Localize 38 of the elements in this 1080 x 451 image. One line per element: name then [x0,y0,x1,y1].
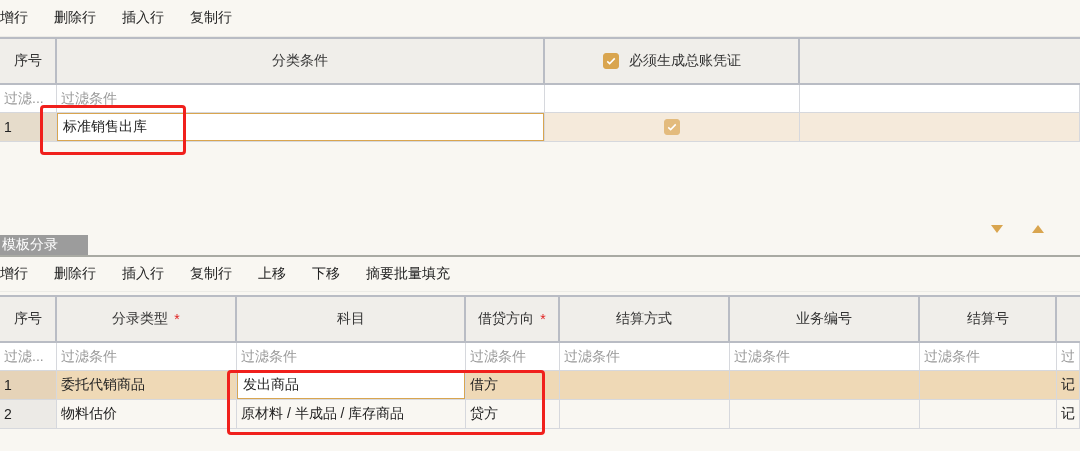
toolbar-button[interactable]: 复制行 [190,9,238,27]
column-header[interactable]: 分类条件 [57,39,545,85]
column-header[interactable]: 借贷方向 * [466,297,560,343]
table-cell: 1 [0,113,57,142]
column-header[interactable]: 科目 [237,297,466,343]
header-label: 分录类型 [112,310,169,328]
toolbar-button[interactable]: 插入行 [122,265,170,283]
column-header[interactable]: 分录类型 * [57,297,237,343]
table-cell: 记 [1057,371,1080,400]
column-header[interactable]: 结算方式 [560,297,730,343]
table-cell: 原材料 / 半成品 / 库存商品 [237,400,466,429]
table-cell: 借方 [466,371,560,400]
toolbar-button[interactable]: 删除行 [54,9,102,27]
cell-input[interactable]: 发出商品 [237,371,466,400]
table-cell: 贷方 [466,400,560,429]
table-cell: 2 [0,400,57,429]
toolbar-button[interactable]: 删除行 [54,265,102,283]
required-mark: * [174,311,180,327]
column-header[interactable]: 业务编号 [730,297,920,343]
column-header[interactable]: 序号 [0,39,57,85]
column-header[interactable]: 结算号 [920,297,1057,343]
cell-input[interactable]: 标准销售出库 [57,113,545,142]
toolbar-button[interactable]: 复制行 [190,265,238,283]
toolbar-button[interactable]: 插入行 [122,9,170,27]
header-label: 必须生成总账凭证 [628,52,741,70]
table-cell: 物料估价 [57,400,237,429]
header-label: 借贷方向 [478,310,535,328]
toolbar-button[interactable]: 下移 [312,265,346,283]
column-header[interactable]: 必须生成总账凭证 [545,39,800,85]
table-cell: 委托代销商品 [57,371,237,400]
toolbar-button[interactable]: 摘要批量填充 [366,265,456,283]
column-header[interactable]: 序号 [0,297,57,343]
required-mark: * [540,311,546,327]
toolbar-button[interactable]: 增行 [0,265,34,283]
toolbar-button[interactable]: 增行 [0,9,34,27]
toolbar-button[interactable]: 上移 [258,265,292,283]
table-cell: 1 [0,371,57,400]
table-cell: 记 [1057,400,1080,429]
